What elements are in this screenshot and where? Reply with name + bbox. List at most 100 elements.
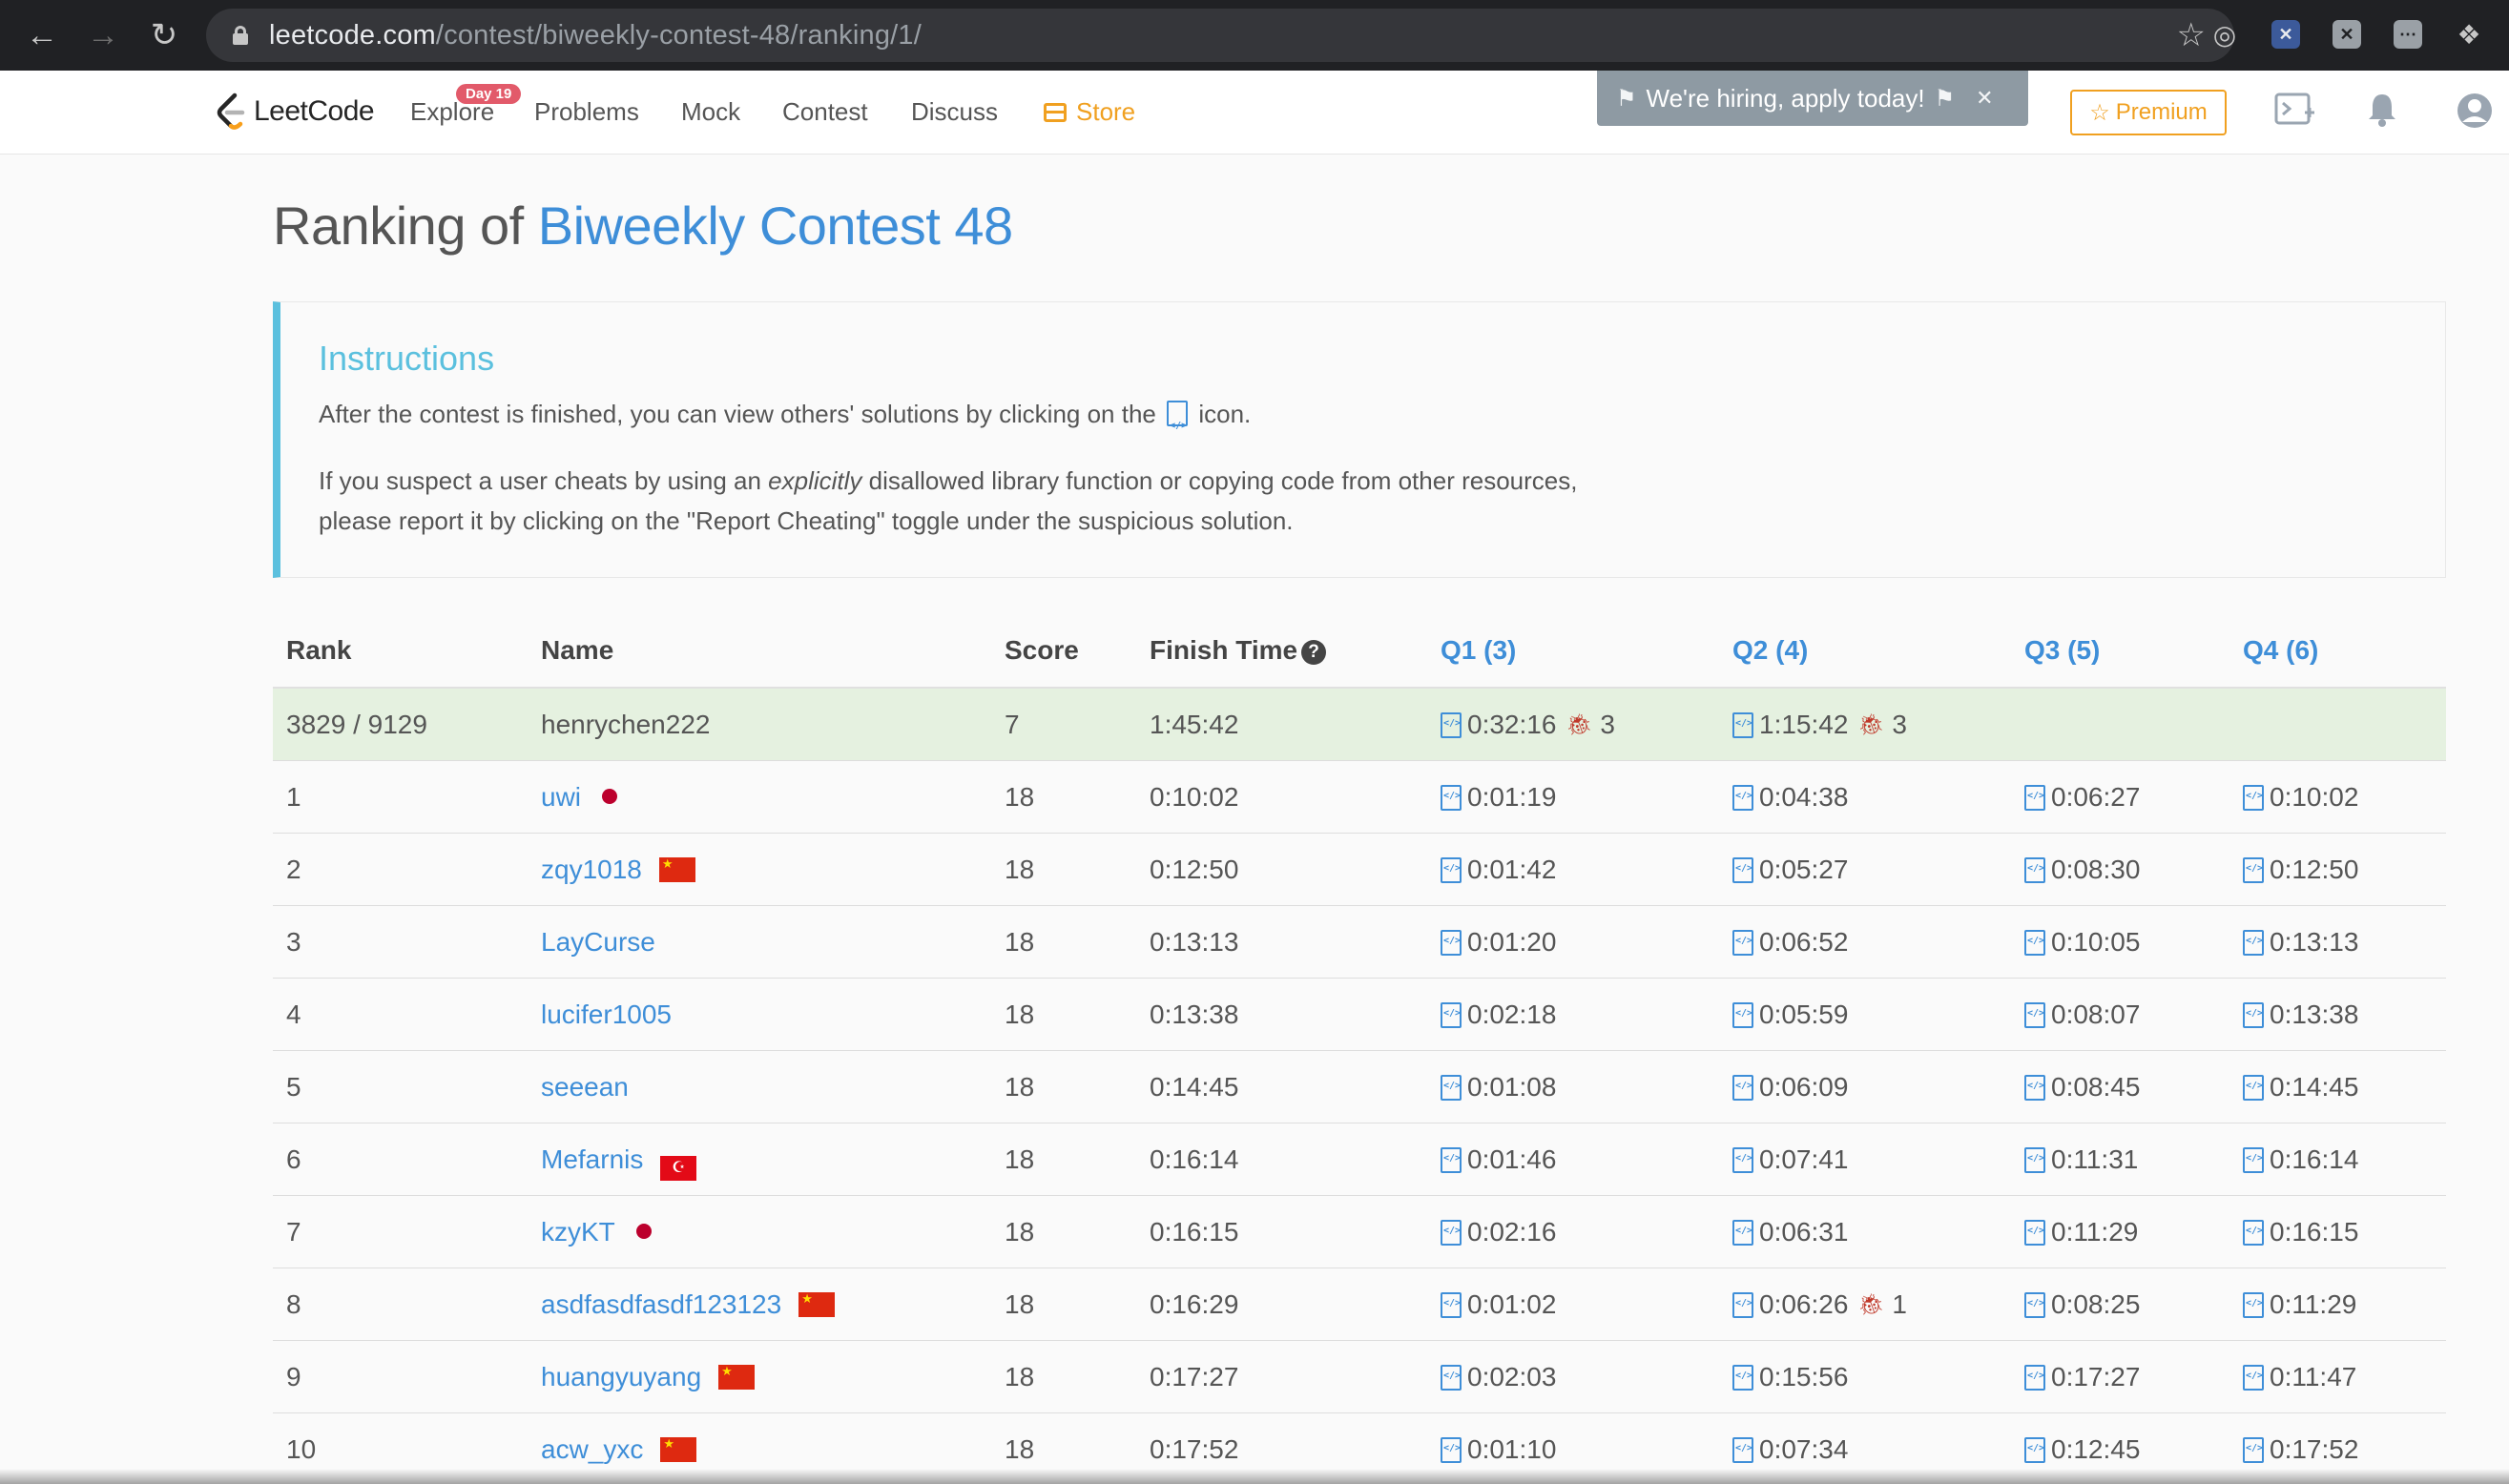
q2-cell[interactable]: 0:05:59 <box>1732 1000 1848 1030</box>
code-file-icon[interactable] <box>2024 1074 2045 1101</box>
q4-cell[interactable]: 0:16:15 <box>2243 1217 2358 1247</box>
username-link[interactable]: acw_yxc <box>541 1434 643 1464</box>
q1-cell[interactable]: 0:01:19 <box>1441 782 1556 813</box>
username-link[interactable]: huangyuyang <box>541 1362 701 1391</box>
username-link[interactable]: lucifer1005 <box>541 1000 672 1029</box>
q4-cell[interactable]: 0:12:50 <box>2243 855 2358 885</box>
code-file-icon[interactable] <box>1732 1074 1753 1101</box>
code-file-icon[interactable] <box>1441 1074 1462 1101</box>
username-link[interactable]: uwi <box>541 782 581 812</box>
address-bar[interactable]: leetcode.com/contest/biweekly-contest-48… <box>206 9 2234 62</box>
q2-cell[interactable]: 0:05:27 <box>1732 855 1848 885</box>
playground-icon[interactable] <box>2274 92 2316 136</box>
q2-cell[interactable]: 0:04:38 <box>1732 782 1848 813</box>
reload-icon[interactable]: ↻ <box>134 0 195 71</box>
premium-button[interactable]: ☆ Premium <box>2070 90 2227 135</box>
q3-cell[interactable]: 0:08:30 <box>2024 855 2140 885</box>
nav-store[interactable]: Store <box>1044 97 1135 127</box>
code-file-icon[interactable] <box>2243 856 2264 883</box>
code-file-icon[interactable] <box>1441 1146 1462 1173</box>
code-file-icon[interactable] <box>1732 1219 1753 1246</box>
code-file-icon[interactable] <box>2024 1219 2045 1246</box>
q4-cell[interactable]: 0:16:14 <box>2243 1144 2358 1175</box>
help-icon[interactable]: ? <box>1301 640 1327 665</box>
code-file-icon[interactable] <box>2243 1146 2264 1173</box>
q2-cell[interactable]: 0:07:34 <box>1732 1434 1848 1465</box>
code-file-icon[interactable] <box>2024 929 2045 956</box>
q4-cell[interactable]: 0:13:13 <box>2243 927 2358 958</box>
nav-discuss[interactable]: Discuss <box>911 97 998 127</box>
q1-cell[interactable]: 0:01:08 <box>1441 1072 1556 1103</box>
back-icon[interactable]: ← <box>11 0 73 71</box>
code-file-icon[interactable] <box>2024 856 2045 883</box>
code-file-icon[interactable] <box>2024 1364 2045 1391</box>
username-link[interactable]: Mefarnis <box>541 1144 643 1174</box>
code-file-icon[interactable] <box>1732 1291 1753 1318</box>
code-file-icon[interactable] <box>1441 711 1462 738</box>
avatar-icon[interactable] <box>2456 92 2494 138</box>
notification-bell-icon[interactable] <box>2366 92 2398 136</box>
code-file-icon[interactable] <box>2243 784 2264 811</box>
header-q1[interactable]: Q1 (3) <box>1441 635 1516 666</box>
code-file-icon[interactable] <box>2024 784 2045 811</box>
contest-title-link[interactable]: Biweekly Contest 48 <box>538 196 1013 256</box>
username-link[interactable]: seeean <box>541 1072 629 1102</box>
q1-cell[interactable]: 0:02:18 <box>1441 1000 1556 1030</box>
username-link[interactable]: zqy1018 <box>541 855 642 884</box>
q3-cell[interactable]: 0:17:27 <box>2024 1362 2140 1392</box>
code-file-icon[interactable] <box>1441 856 1462 883</box>
code-file-icon[interactable] <box>1732 1146 1753 1173</box>
code-file-icon[interactable] <box>1441 784 1462 811</box>
q4-cell[interactable]: 0:11:29 <box>2243 1289 2356 1320</box>
code-file-icon[interactable] <box>2024 1291 2045 1318</box>
header-q4[interactable]: Q4 (6) <box>2243 635 2318 666</box>
nav-mock[interactable]: Mock <box>681 97 740 127</box>
code-file-icon[interactable] <box>1732 1364 1753 1391</box>
q1-cell[interactable]: 0:01:46 <box>1441 1144 1556 1175</box>
header-q2[interactable]: Q2 (4) <box>1732 635 1808 666</box>
q3-cell[interactable]: 0:12:45 <box>2024 1434 2140 1465</box>
q3-cell[interactable]: 0:10:05 <box>2024 927 2140 958</box>
code-file-icon[interactable] <box>1732 711 1753 738</box>
q4-cell[interactable]: 0:11:47 <box>2243 1362 2356 1392</box>
code-file-icon[interactable] <box>1441 1219 1462 1246</box>
nav-problems[interactable]: Problems <box>534 97 639 127</box>
q3-cell[interactable]: 0:08:45 <box>2024 1072 2140 1103</box>
leetcode-logo[interactable]: LeetCode <box>214 92 375 132</box>
q1-cell[interactable]: 0:01:20 <box>1441 927 1556 958</box>
q2-cell[interactable]: 0:06:52 <box>1732 927 1848 958</box>
extension-chat-icon[interactable]: ⋯ <box>2391 17 2425 52</box>
q4-cell[interactable]: 0:10:02 <box>2243 782 2358 813</box>
code-file-icon[interactable] <box>1441 1364 1462 1391</box>
close-icon[interactable]: ✕ <box>1976 86 1993 111</box>
code-file-icon[interactable] <box>2024 1436 2045 1463</box>
code-file-icon[interactable] <box>1732 1436 1753 1463</box>
q2-cell[interactable]: 0:06:09 <box>1732 1072 1848 1103</box>
code-file-icon[interactable] <box>2243 1364 2264 1391</box>
code-file-icon[interactable] <box>1441 1001 1462 1028</box>
extension-leetcode-gray-icon[interactable]: ✕ <box>2330 17 2364 52</box>
q3-cell[interactable]: 0:08:25 <box>2024 1289 2140 1320</box>
extension-target-icon[interactable]: ◎ <box>2208 17 2242 52</box>
q1-cell[interactable]: 0:02:03 <box>1441 1362 1556 1392</box>
q2-cell[interactable]: 0:07:41 <box>1732 1144 1848 1175</box>
code-file-icon[interactable] <box>1732 1001 1753 1028</box>
extensions-puzzle-icon[interactable]: ❖ <box>2452 17 2486 52</box>
q1-cell[interactable]: 0:02:16 <box>1441 1217 1556 1247</box>
q3-cell[interactable]: 0:11:31 <box>2024 1144 2138 1175</box>
username-link[interactable]: kzyKT <box>541 1217 615 1247</box>
q1-cell[interactable]: 0:01:10 <box>1441 1434 1556 1465</box>
q2-cell[interactable]: 0:15:56 <box>1732 1362 1848 1392</box>
code-file-icon[interactable] <box>2243 1291 2264 1318</box>
extension-leetcode-icon[interactable]: ✕ <box>2269 17 2303 52</box>
code-file-icon[interactable] <box>1441 929 1462 956</box>
q4-cell[interactable]: 0:14:45 <box>2243 1072 2358 1103</box>
q3-cell[interactable]: 0:08:07 <box>2024 1000 2140 1030</box>
hiring-banner[interactable]: ⚑ We're hiring, apply today! ⚑ ✕ <box>1597 71 2028 126</box>
code-file-icon[interactable] <box>1441 1436 1462 1463</box>
username-link[interactable]: asdfasdfasdf123123 <box>541 1289 781 1319</box>
q3-cell[interactable]: 0:06:27 <box>2024 782 2140 813</box>
q2-cell[interactable]: 0:06:31 <box>1732 1217 1848 1247</box>
q1-cell[interactable]: 0:01:42 <box>1441 855 1556 885</box>
code-file-icon[interactable] <box>2024 1146 2045 1173</box>
